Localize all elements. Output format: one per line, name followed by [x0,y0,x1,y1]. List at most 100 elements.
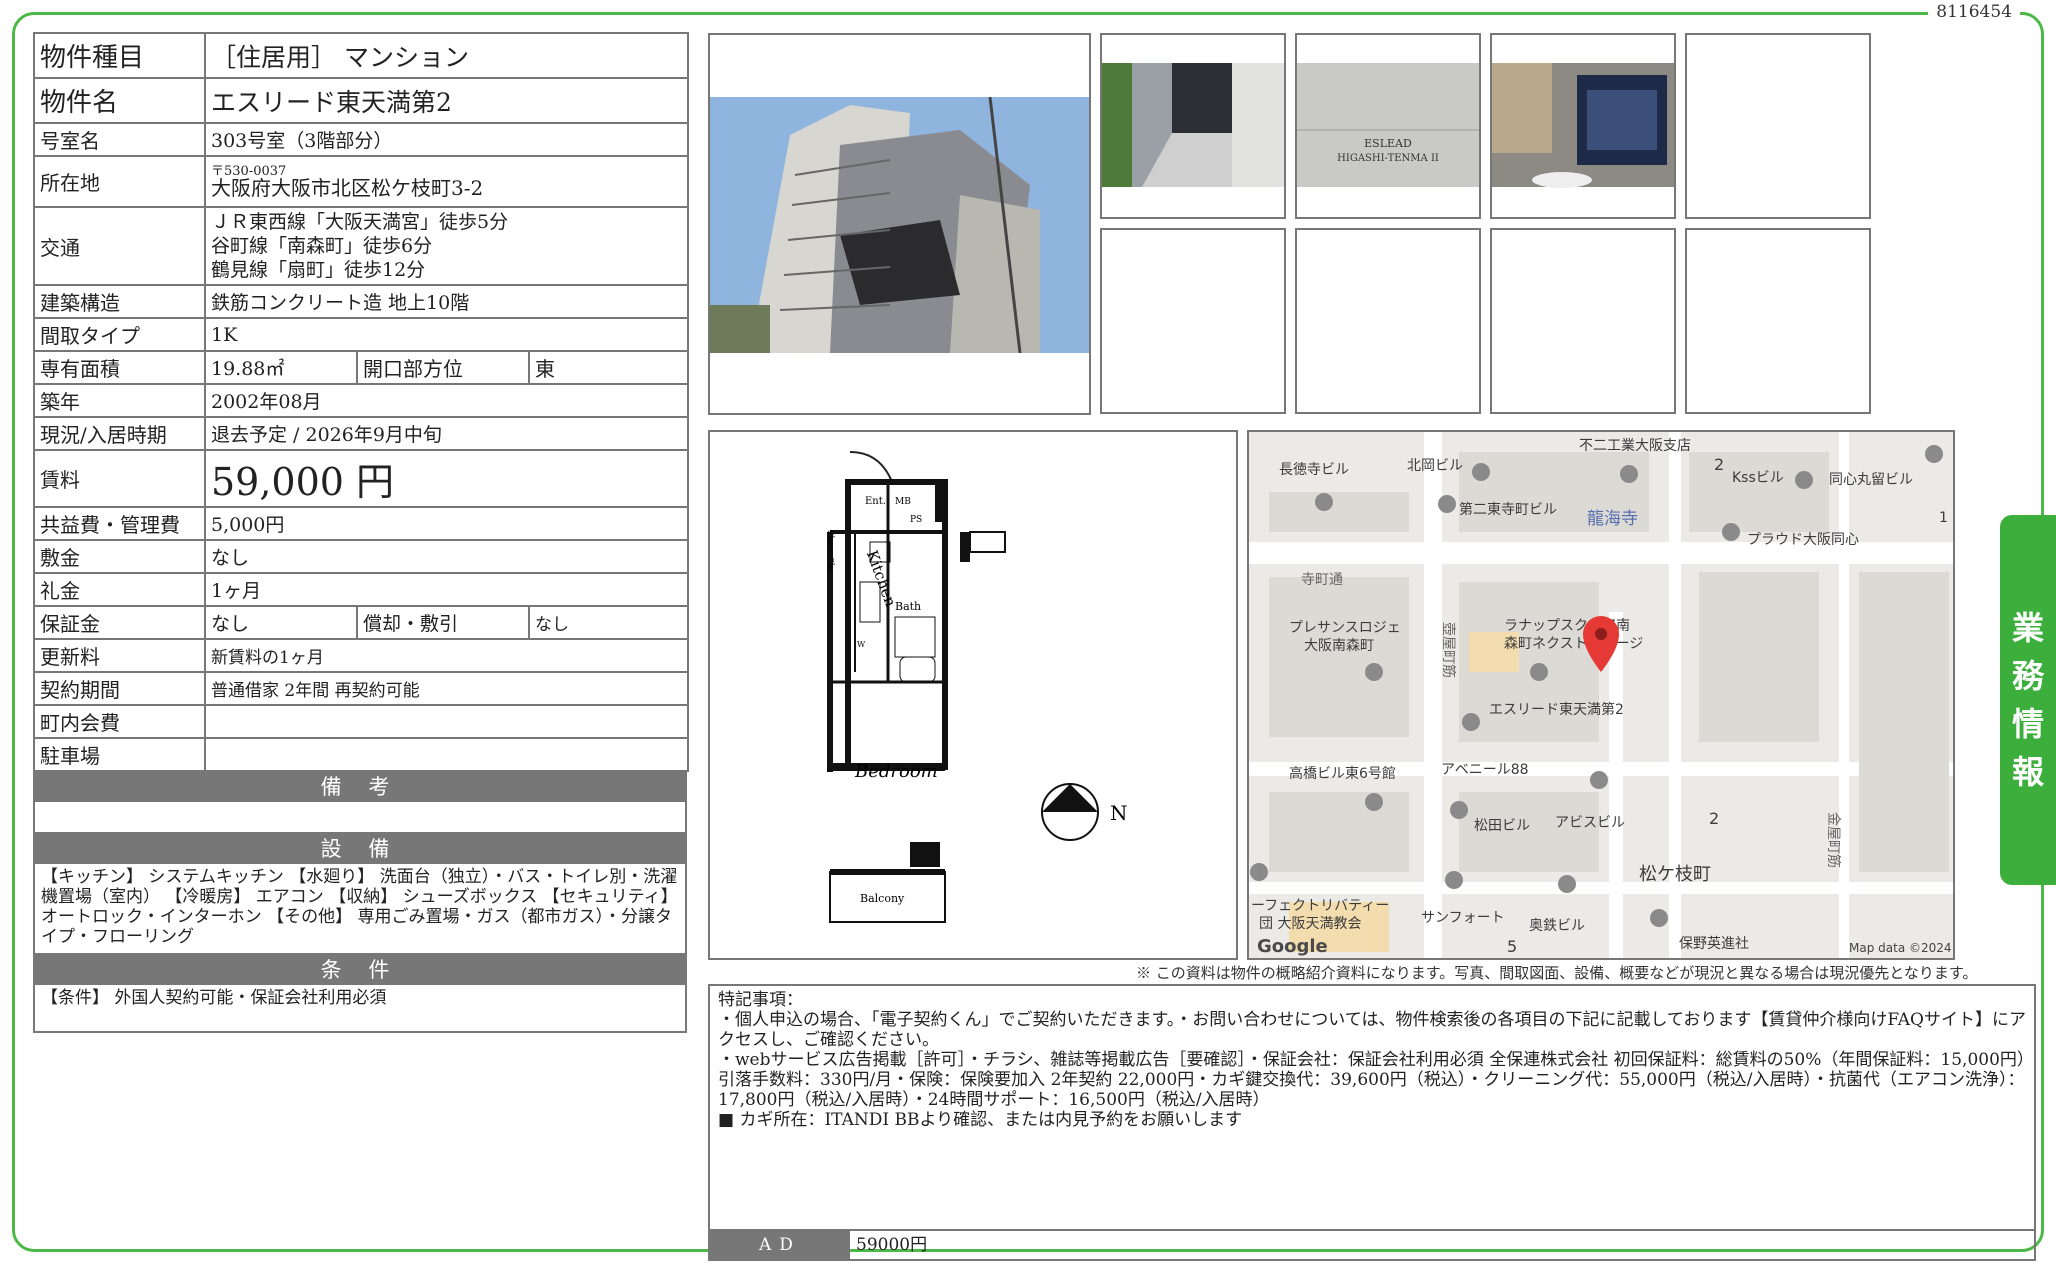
label: 礼金 [33,572,206,607]
map-label: 大阪南森町 [1304,638,1374,654]
spec-table: 物件種目 ［住居用］ マンション 物件名 エスリード東天満第2 号室名 303号室（3… [33,32,689,772]
built-date: 2002年08月 [204,383,689,418]
plan-mb-label: MB [895,497,911,507]
map-label: 高橋ビル東6号館 [1289,765,1396,782]
note-line: ■ カギ所在：ITANDI BBより確認、または内見予約をお願いします [718,1110,1243,1130]
label: 共益費・管理費 [33,506,206,541]
structure: 鉄筋コンクリート造 地上10階 [204,284,689,319]
map-label: プラウド大阪同心 [1747,532,1859,548]
plan-balcony-label: Balcony [860,892,905,905]
deposit: なし [204,539,689,574]
floor-plan[interactable]: Ent. MB PS Kitchen Bath Bedroom Balcony … [708,430,1238,960]
entrance-image [1102,63,1284,187]
map-copyright: Map data ©2024 [1849,941,1952,955]
map-pin-icon [1472,463,1490,481]
special-notes-box: 特記事項： ・個人申込の場合、「電子契約くん」でご契約いただきます。・お問い合わ… [708,984,2036,1261]
floor-plan-drawing: Ent. MB PS Kitchen Bath Bedroom Balcony … [826,451,1128,923]
ad-row: AD 59000円 [710,1229,2034,1259]
map-canvas: 不二工業大阪支店 長徳寺ビル 北岡ビル 2 Kssビル 同心丸留ビル 1 第二東… [1249,432,1953,958]
label: 間取タイプ [33,317,206,352]
side-tab-char: 務 [2011,657,2044,695]
map-pin-icon [1558,875,1576,893]
traffic-line: ＪＲ東西線「大阪天満宮」徒歩5分 [211,211,509,233]
layout-type: 1K [204,317,689,352]
plan-w-label: W [857,640,866,649]
label: 駐車場 [33,737,206,772]
map-label: 1 [1939,510,1948,526]
plan-ps-label: PS [910,515,922,525]
sign-text: ESLEAD [1364,137,1412,150]
plan-bedroom-label: Bedroom [854,761,938,782]
thumbnail-sign[interactable]: ESLEAD HIGASHI-TENMA II [1295,33,1481,219]
map-pin-icon [1450,801,1468,819]
thumbnail-entrance[interactable] [1100,33,1286,219]
label: 契約期間 [33,671,206,706]
disclaimer-note: ※ この資料は物件の概略紹介資料になります。写真、間取図面、設備、概要などが現況… [1136,964,1978,982]
thumbnail-empty [1685,33,1871,219]
map-label: 保野英進社 [1679,935,1749,952]
map-pin-icon [1530,663,1548,681]
rent: 59,000 円 [204,449,689,508]
location-map[interactable]: 不二工業大阪支店 長徳寺ビル 北岡ビル 2 Kssビル 同心丸留ビル 1 第二東… [1247,430,1955,960]
map-pin-icon [1620,465,1638,483]
building-photo[interactable] [708,33,1091,415]
plan-bath-label: Bath [895,600,921,613]
room-number: 303号室（3階部分） [204,122,689,157]
label: 更新料 [33,638,206,673]
remarks-body [33,802,687,834]
map-label: アベニール88 [1441,762,1529,778]
label: 償却・敷引 [356,605,530,640]
map-pin-icon [1795,471,1813,489]
map-label: 森町ネクストステージ [1504,636,1643,652]
business-info-tab[interactable]: 業 務 情 報 [2000,515,2056,885]
label: 所在地 [33,155,206,208]
label: 開口部方位 [356,350,530,385]
map-pin-icon [1315,493,1333,511]
label: 賃料 [33,449,206,508]
special-notes-text: 特記事項： ・個人申込の場合、「電子契約くん」でご契約いただきます。・お問い合わ… [710,986,2034,1134]
map-label: 同心丸留ビル [1829,472,1913,488]
map-pin-icon [1590,771,1608,789]
label: 建築構造 [33,284,206,319]
equipment-heading: 設 備 [33,834,687,864]
map-label: 5 [1507,937,1517,956]
traffic-line: 鶴見線「扇町」徒歩12分 [211,259,426,281]
renewal-fee: 新賃料の1ヶ月 [204,638,689,673]
building-sign-image: ESLEAD HIGASHI-TENMA II [1297,63,1479,187]
sign-text: HIGASHI-TENMA II [1337,153,1439,164]
side-tab-char: 情 [2011,705,2044,743]
label: 号室名 [33,122,206,157]
direction: 東 [528,350,689,385]
floor-area: 19.88㎡ [204,350,358,385]
map-pin-icon [1250,863,1268,881]
note-line: 特記事項： [718,990,803,1010]
label: 物件種目 [33,32,206,79]
thumbnail-lobby[interactable] [1490,33,1676,219]
north-arrow-label: N [1110,801,1128,825]
conditions-heading: 条 件 [33,955,687,985]
map-label: 第二東寺町ビル [1459,501,1557,518]
plan-shoes-label: Shoes Clo. [826,530,835,573]
map-label: 2 [1709,809,1719,828]
amortization: なし [528,605,689,640]
note-line: ・個人申込の場合、「電子契約くん」でご契約いただきます。・お問い合わせについては… [718,1010,2026,1050]
map-label: 金屋町筋 [1825,812,1842,868]
map-label: サンフォート [1421,910,1505,926]
map-pin-icon [1722,523,1740,541]
map-label: プレサンスロジェ [1289,620,1401,636]
map-pin-icon [1365,793,1383,811]
conditions-text: 【条件】 外国人契約可能・保証会社利用必須 [33,985,687,1033]
map-pin-icon [1462,713,1480,731]
thumbnail-empty [1100,228,1286,414]
remarks-heading: 備 考 [33,772,687,802]
label: 交通 [33,206,206,286]
contract-period: 普通借家 2年間 再契約可能 [204,671,689,706]
map-label: 寺町通 [1301,572,1343,588]
google-logo: Google [1257,936,1328,957]
map-label: 不二工業大阪支店 [1579,438,1691,454]
map-label: アビスビル [1555,815,1625,831]
map-label: エスリード東天満第2 [1489,701,1624,718]
building-exterior-image [710,35,1089,413]
document-id: 8116454 [1928,2,2020,22]
traffic-cell: ＪＲ東西線「大阪天満宮」徒歩5分 谷町線「南森町」徒歩6分 鶴見線「扇町」徒歩12分 [204,206,689,286]
